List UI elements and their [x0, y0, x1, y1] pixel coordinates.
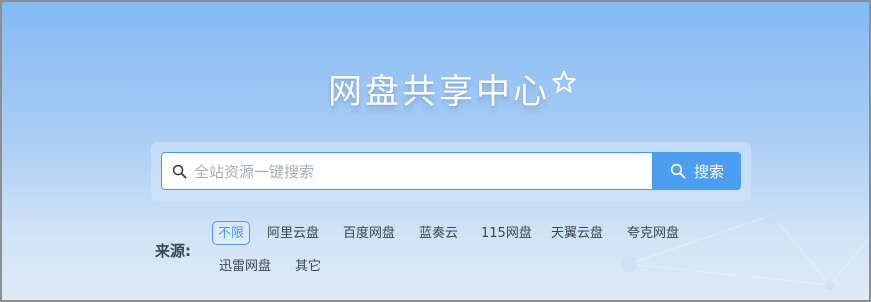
search-button[interactable]: 搜索 — [653, 152, 741, 190]
source-filter-baidu[interactable]: 百度网盘 — [343, 222, 395, 246]
search-input[interactable] — [192, 153, 646, 191]
search-icon — [172, 164, 187, 179]
source-filter-other[interactable]: 其它 — [295, 255, 321, 279]
source-filter-quark[interactable]: 夸克网盘 — [627, 222, 679, 246]
source-filter-tianyi[interactable]: 天翼云盘 — [551, 222, 603, 246]
header: 网盘共享中心 网盘共享中心 — [2, 60, 869, 118]
search-button-label: 搜索 — [693, 162, 724, 181]
star-outline-icon[interactable] — [551, 69, 577, 95]
search-panel: 搜索 — [151, 142, 751, 201]
source-filter-label: 来源: — [155, 242, 191, 260]
page-title: 网盘共享中心 — [328, 72, 550, 112]
source-filter-aliyun[interactable]: 阿里云盘 — [267, 222, 319, 246]
source-filter-lanzou[interactable]: 蓝奏云 — [419, 222, 458, 246]
source-filter-115[interactable]: 115网盘 — [481, 222, 532, 246]
source-filter-xunlei[interactable]: 迅雷网盘 — [219, 255, 271, 279]
search-box — [161, 152, 653, 191]
page-frame: 网盘共享中心 网盘共享中心 搜索 来源: 不限 阿里云盘 百度网盘 蓝奏云 11… — [0, 0, 871, 302]
search-button-icon — [670, 163, 686, 179]
source-filter-all[interactable]: 不限 — [212, 221, 251, 245]
